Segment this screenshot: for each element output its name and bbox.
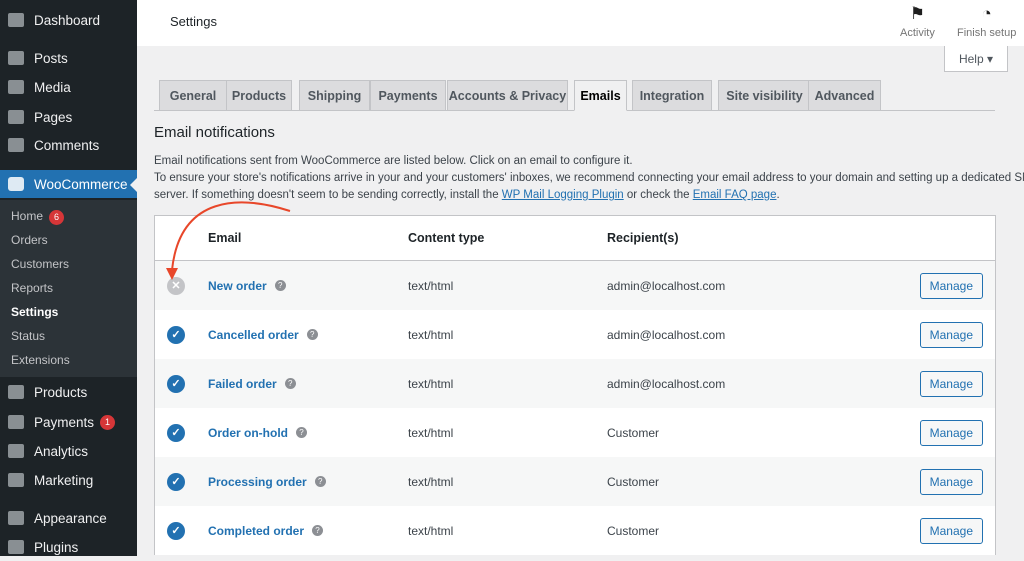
annotation-arrow xyxy=(166,201,291,280)
